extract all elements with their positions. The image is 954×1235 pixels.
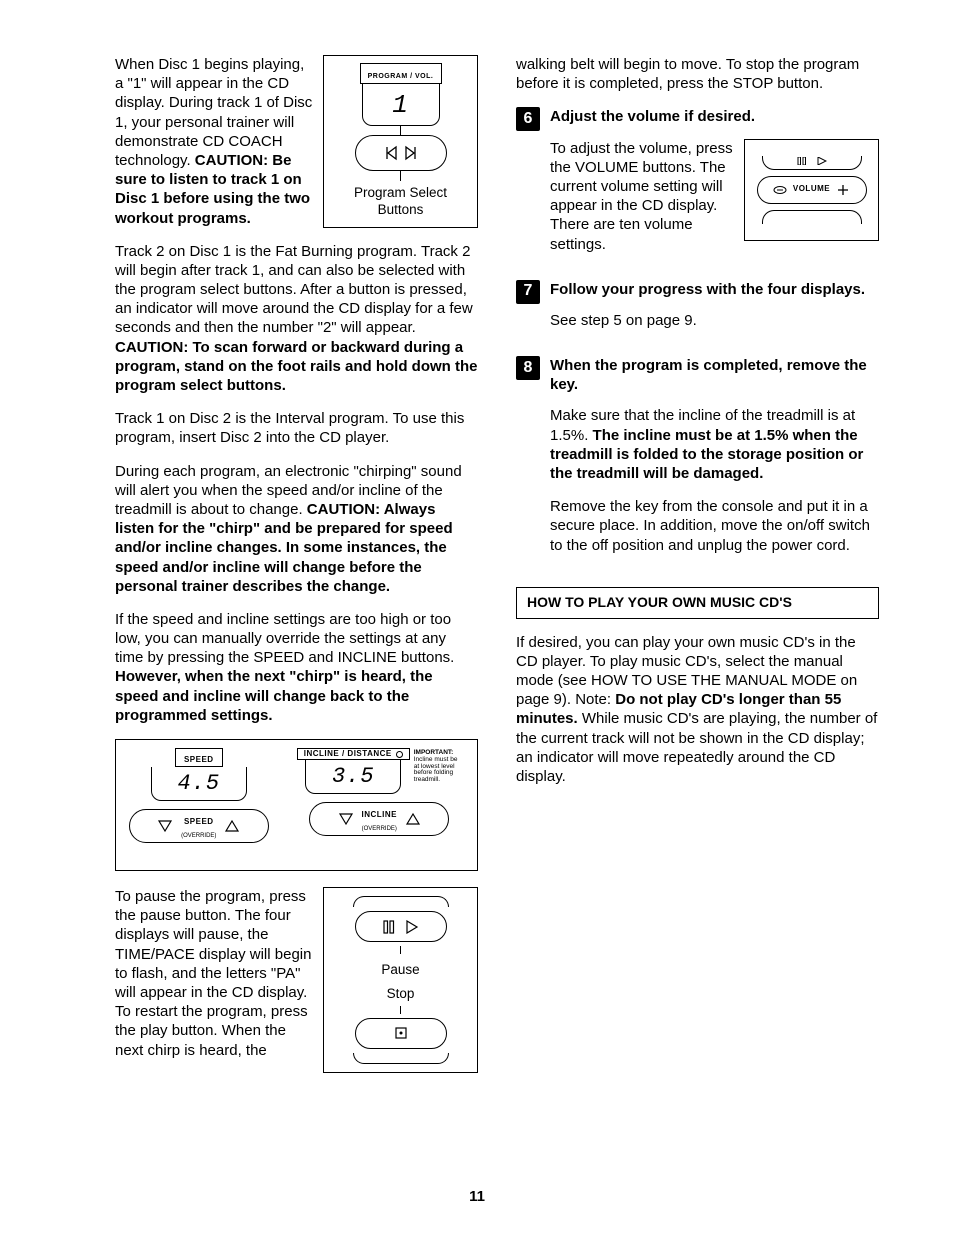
- step-8-body: When the program is completed, remove th…: [550, 356, 879, 569]
- important-note: IMPORTANT: Incline must be at lowest lev…: [414, 748, 462, 784]
- incline-label: INCLINE / DISTANCE: [304, 749, 392, 759]
- step-number-7: 7: [516, 280, 540, 304]
- down-arrow-icon: [338, 812, 354, 826]
- left-column: PROGRAM / VOL. 1 Program Select Buttons …: [115, 55, 478, 1081]
- connector-line: [400, 125, 401, 135]
- step-6: 6 Adjust the volume if desired. VOLUME: [516, 107, 879, 267]
- text: SPEED: [184, 817, 214, 826]
- down-arrow-icon: [157, 819, 173, 833]
- volume-text: VOLUME: [793, 184, 830, 194]
- step-7-text: See step 5 on page 9.: [550, 311, 879, 330]
- indicator-dot-icon: [396, 751, 403, 758]
- speed-value: 4.5: [177, 773, 220, 795]
- text: If the speed and incline settings are to…: [115, 611, 454, 666]
- incline-value-display: 3.5: [305, 760, 401, 794]
- incline-override-buttons: INCLINE (OVERRIDE): [309, 802, 449, 836]
- step-number-8: 8: [516, 356, 540, 380]
- text: (OVERRIDE): [362, 826, 397, 832]
- step-number-6: 6: [516, 107, 540, 131]
- connector-line: [400, 946, 401, 953]
- text-bold: CAUTION: To scan forward or backward dur…: [115, 339, 478, 394]
- text: Track 2 on Disc 1 is the Fat Burning pro…: [115, 243, 473, 337]
- page: PROGRAM / VOL. 1 Program Select Buttons …: [0, 0, 954, 1235]
- pause-icon: [383, 920, 395, 934]
- speed-value-display: 4.5: [151, 767, 247, 801]
- step-8-head: When the program is completed, remove th…: [550, 356, 879, 394]
- speed-label-box: SPEED: [175, 748, 223, 767]
- panel-bottom: [762, 210, 862, 224]
- stop-icon: [394, 1026, 408, 1040]
- section-heading-music-cds: HOW TO PLAY YOUR OWN MUSIC CD'S: [516, 587, 879, 619]
- connector-line: [400, 1006, 401, 1013]
- text: (OVERRIDE): [181, 833, 216, 839]
- program-select-button-group: [355, 135, 447, 171]
- columns: PROGRAM / VOL. 1 Program Select Buttons …: [115, 55, 879, 1081]
- incline-value: 3.5: [332, 766, 375, 788]
- pause-icon: [797, 157, 807, 165]
- text: INCLINE: [362, 810, 398, 819]
- plus-icon: [836, 183, 850, 197]
- label-line-1: Program Select: [354, 185, 447, 200]
- panel-top: [762, 156, 862, 170]
- figure-volume: VOLUME: [744, 139, 879, 241]
- volume-button: VOLUME: [757, 176, 867, 204]
- prev-track-icon: [382, 145, 398, 161]
- page-number: 11: [0, 1188, 954, 1205]
- up-arrow-icon: [224, 819, 240, 833]
- step-8-text-1: Make sure that the incline of the treadm…: [550, 406, 879, 483]
- figure-speed-incline: SPEED 4.5 SPEED (OVERRIDE): [115, 739, 478, 871]
- text-bold: The incline must be at 1.5% when the tre…: [550, 427, 863, 482]
- stop-label: Stop: [387, 986, 415, 1002]
- figure-pause-stop: Pause Stop: [323, 887, 478, 1073]
- para-chirp: During each program, an electronic "chir…: [115, 462, 478, 596]
- speed-btn-text: SPEED (OVERRIDE): [181, 813, 216, 840]
- stop-button: [355, 1018, 447, 1049]
- speed-block: SPEED 4.5 SPEED (OVERRIDE): [124, 748, 274, 843]
- cd-display: 1: [362, 84, 440, 126]
- up-arrow-icon: [405, 812, 421, 826]
- incline-block: INCLINE / DISTANCE 3.5 IMPORTANT: Inclin…: [289, 748, 469, 836]
- panel-top-curve: [353, 896, 449, 907]
- program-vol-label: PROGRAM / VOL.: [360, 63, 442, 84]
- figure-program-select: PROGRAM / VOL. 1 Program Select Buttons: [323, 55, 478, 228]
- incline-btn-text: INCLINE (OVERRIDE): [362, 806, 398, 833]
- important-body: Incline must be at lowest level before f…: [414, 756, 458, 783]
- step-8-text-2: Remove the key from the console and put …: [550, 497, 879, 555]
- speed-label: SPEED: [184, 755, 214, 764]
- step-7: 7 Follow your progress with the four dis…: [516, 280, 879, 344]
- pause-label: Pause: [381, 962, 419, 978]
- program-vol-text: PROGRAM / VOL.: [368, 73, 434, 80]
- para-interval: Track 1 on Disc 2 is the Interval progra…: [115, 409, 478, 447]
- step-7-body: Follow your progress with the four displ…: [550, 280, 879, 344]
- right-column: walking belt will begin to move. To stop…: [516, 55, 879, 1081]
- para-music-cd: If desired, you can play your own music …: [516, 633, 879, 787]
- panel-bottom-curve: [353, 1053, 449, 1064]
- play-icon: [405, 920, 419, 934]
- para-walking-belt: walking belt will begin to move. To stop…: [516, 55, 879, 93]
- next-track-icon: [404, 145, 420, 161]
- para-track2: Track 2 on Disc 1 is the Fat Burning pro…: [115, 242, 478, 396]
- play-icon: [817, 157, 827, 165]
- step-8: 8 When the program is completed, remove …: [516, 356, 879, 569]
- program-select-label: Program Select Buttons: [354, 185, 447, 217]
- step-6-body: Adjust the volume if desired. VOLUME: [550, 107, 879, 267]
- incline-label-box: INCLINE / DISTANCE: [297, 748, 410, 760]
- label-line-2: Buttons: [378, 202, 424, 217]
- minus-oval-icon: [773, 185, 787, 195]
- step-7-head: Follow your progress with the four displ…: [550, 280, 879, 299]
- connector-line: [400, 171, 401, 181]
- text-bold: However, when the next "chirp" is heard,…: [115, 668, 433, 723]
- cd-display-digit: 1: [392, 92, 409, 118]
- para-override: If the speed and incline settings are to…: [115, 610, 478, 725]
- speed-override-buttons: SPEED (OVERRIDE): [129, 809, 269, 843]
- pause-play-button: [355, 911, 447, 942]
- step-6-head: Adjust the volume if desired.: [550, 107, 879, 126]
